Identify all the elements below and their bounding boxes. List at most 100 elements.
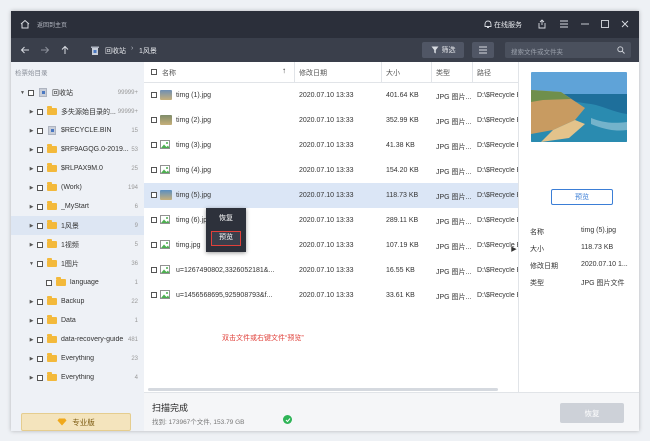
expand-right-icon[interactable]: ▶ bbox=[28, 185, 35, 191]
sidebar-tree-item[interactable]: language 1 bbox=[11, 273, 144, 292]
tree-item-checkbox[interactable] bbox=[37, 355, 43, 362]
tree-item-checkbox[interactable] bbox=[37, 222, 43, 229]
expand-right-icon[interactable]: ▶ bbox=[28, 242, 35, 248]
expand-right-icon[interactable]: ▶ bbox=[28, 299, 35, 305]
column-header-size[interactable]: 大小 bbox=[386, 68, 400, 78]
forward-icon[interactable] bbox=[39, 44, 51, 56]
column-header-date[interactable]: 修改日期 bbox=[299, 68, 327, 78]
breadcrumb-recycle-bin[interactable]: 回收站 bbox=[105, 46, 126, 56]
row-checkbox[interactable] bbox=[151, 267, 157, 273]
sidebar-tree-item[interactable]: ▼ 回收站 99999+ bbox=[11, 83, 144, 102]
tree-item-checkbox[interactable] bbox=[37, 184, 43, 191]
view-toggle-button[interactable] bbox=[472, 42, 494, 58]
sidebar-tree-item[interactable]: ▶ Backup 22 bbox=[11, 292, 144, 311]
table-row[interactable]: timg (5).jpg 2020.07.10 13:33 118.73 KB JPG… bbox=[144, 183, 518, 208]
expand-right-icon[interactable]: ▶ bbox=[28, 318, 35, 324]
expand-down-icon[interactable]: ▼ bbox=[28, 261, 35, 267]
horizontal-scrollbar[interactable] bbox=[148, 388, 498, 391]
sort-arrow-icon[interactable]: ↑ bbox=[282, 66, 286, 75]
recover-button[interactable]: 恢复 bbox=[560, 403, 624, 423]
expand-right-icon[interactable]: ▶ bbox=[28, 204, 35, 210]
tree-item-checkbox[interactable] bbox=[28, 89, 34, 96]
expand-right-icon[interactable]: ▶ bbox=[28, 337, 35, 343]
file-date: 2020.07.10 13:33 bbox=[299, 192, 354, 199]
column-header-type[interactable]: 类型 bbox=[436, 68, 450, 78]
table-row[interactable]: timg (4).jpg 2020.07.10 13:33 154.20 KB JPG… bbox=[144, 158, 518, 183]
sidebar-tree-item[interactable]: ▶ Data 1 bbox=[11, 311, 144, 330]
row-checkbox[interactable] bbox=[151, 117, 157, 123]
sidebar-tree-item[interactable]: ▶ data-recovery-guide 481 bbox=[11, 330, 144, 349]
select-all-checkbox[interactable] bbox=[151, 69, 157, 75]
expand-right-icon[interactable]: ▶ bbox=[28, 166, 35, 172]
minimize-icon[interactable] bbox=[579, 18, 591, 30]
share-icon[interactable] bbox=[536, 18, 548, 30]
sidebar-tree-item[interactable]: ▶ 1风景 9 bbox=[11, 216, 144, 235]
expand-right-icon[interactable]: ▶ bbox=[28, 375, 35, 381]
row-checkbox[interactable] bbox=[151, 217, 157, 223]
table-row[interactable]: timg (1).jpg 2020.07.10 13:33 401.64 KB JPG… bbox=[144, 83, 518, 108]
service-icon[interactable] bbox=[483, 19, 493, 29]
home-link[interactable]: 返回到主页 bbox=[37, 20, 67, 29]
maximize-icon[interactable] bbox=[599, 18, 611, 30]
tree-item-checkbox[interactable] bbox=[37, 108, 43, 115]
expand-right-icon[interactable]: ▶ bbox=[28, 356, 35, 362]
sidebar-tree-item[interactable]: ▶ $RLPAX9M.0 25 bbox=[11, 159, 144, 178]
collapse-pane-arrow-icon[interactable]: ▶ bbox=[510, 244, 518, 254]
row-checkbox[interactable] bbox=[151, 242, 157, 248]
tree-item-checkbox[interactable] bbox=[37, 374, 43, 381]
table-row[interactable]: timg (3).jpg 2020.07.10 13:33 41.38 KB JPG … bbox=[144, 133, 518, 158]
preview-button[interactable]: 预览 bbox=[551, 189, 613, 205]
row-checkbox[interactable] bbox=[151, 167, 157, 173]
expand-right-icon[interactable]: ▶ bbox=[28, 109, 35, 115]
expand-right-icon[interactable]: ▶ bbox=[28, 223, 35, 229]
column-header-name[interactable]: 名称 bbox=[162, 68, 176, 78]
column-header-path[interactable]: 路径 bbox=[477, 68, 491, 78]
pro-version-button[interactable]: 专业版 bbox=[21, 413, 131, 431]
sidebar-tree-item[interactable]: ▶ $RF9AGQG.0-2019... 53 bbox=[11, 140, 144, 159]
sidebar-tree-item[interactable]: ▶ _MyStart 6 bbox=[11, 197, 144, 216]
row-checkbox[interactable] bbox=[151, 192, 157, 198]
up-icon[interactable] bbox=[59, 44, 71, 56]
row-checkbox[interactable] bbox=[151, 92, 157, 98]
detail-value: timg (5).jpg bbox=[581, 227, 617, 234]
tree-item-checkbox[interactable] bbox=[46, 279, 52, 286]
table-row[interactable]: u=1456568695,925908793&f... 2020.07.10 13… bbox=[144, 283, 518, 308]
sidebar-tree-item[interactable]: ▶ 1视频 5 bbox=[11, 235, 144, 254]
filter-button[interactable]: 筛选 bbox=[422, 42, 464, 58]
online-service-link[interactable]: 在线服务 bbox=[494, 20, 522, 30]
row-checkbox[interactable] bbox=[151, 142, 157, 148]
close-icon[interactable] bbox=[619, 18, 631, 30]
sidebar-tree-item[interactable]: ▶ 多失源始目录的... 99999+ bbox=[11, 102, 144, 121]
back-icon[interactable] bbox=[19, 44, 31, 56]
tree-item-checkbox[interactable] bbox=[37, 317, 43, 324]
tree-item-checkbox[interactable] bbox=[37, 336, 43, 343]
search-box[interactable]: 搜索文件或文件夹 bbox=[505, 42, 631, 58]
sidebar-tree-item[interactable]: ▶ $RECYCLE.BIN 15 bbox=[11, 121, 144, 140]
sidebar-tree-item[interactable]: ▶ (Work) 194 bbox=[11, 178, 144, 197]
tree-item-checkbox[interactable] bbox=[37, 146, 43, 153]
table-row[interactable]: timg (6).jpg 2020.07.10 13:33 289.11 KB JPG… bbox=[144, 208, 518, 233]
tree-item-checkbox[interactable] bbox=[37, 298, 43, 305]
expand-right-icon[interactable]: ▶ bbox=[28, 147, 35, 153]
menu-icon[interactable] bbox=[558, 18, 570, 30]
expand-right-icon[interactable]: ▶ bbox=[28, 128, 35, 134]
sidebar-tree-item[interactable]: ▶ Everything 4 bbox=[11, 368, 144, 387]
context-menu-preview[interactable]: 预览 bbox=[211, 231, 241, 246]
table-row[interactable]: timg.jpg 2020.07.10 13:33 107.19 KB JPG 图片.… bbox=[144, 233, 518, 258]
tree-item-checkbox[interactable] bbox=[37, 203, 43, 210]
table-row[interactable]: u=1267490802,3326052181&... 2020.07.10 13… bbox=[144, 258, 518, 283]
tree-item-checkbox[interactable] bbox=[37, 241, 43, 248]
tree-item-checkbox[interactable] bbox=[37, 127, 43, 134]
tree-item-checkbox[interactable] bbox=[37, 260, 43, 267]
sidebar-tree-item[interactable]: ▶ Everything 23 bbox=[11, 349, 144, 368]
tree-item-count: 36 bbox=[131, 260, 138, 267]
search-icon[interactable] bbox=[617, 46, 625, 54]
tree-item-checkbox[interactable] bbox=[37, 165, 43, 172]
row-checkbox[interactable] bbox=[151, 292, 157, 298]
expand-down-icon[interactable]: ▼ bbox=[19, 90, 26, 96]
home-icon[interactable] bbox=[19, 18, 31, 30]
sidebar-tree-item[interactable]: ▼ 1图片 36 bbox=[11, 254, 144, 273]
breadcrumb-current[interactable]: 1风景 bbox=[139, 46, 157, 56]
context-menu-recover[interactable]: 恢复 bbox=[206, 212, 246, 226]
table-row[interactable]: timg (2).jpg 2020.07.10 13:33 352.99 KB JPG… bbox=[144, 108, 518, 133]
